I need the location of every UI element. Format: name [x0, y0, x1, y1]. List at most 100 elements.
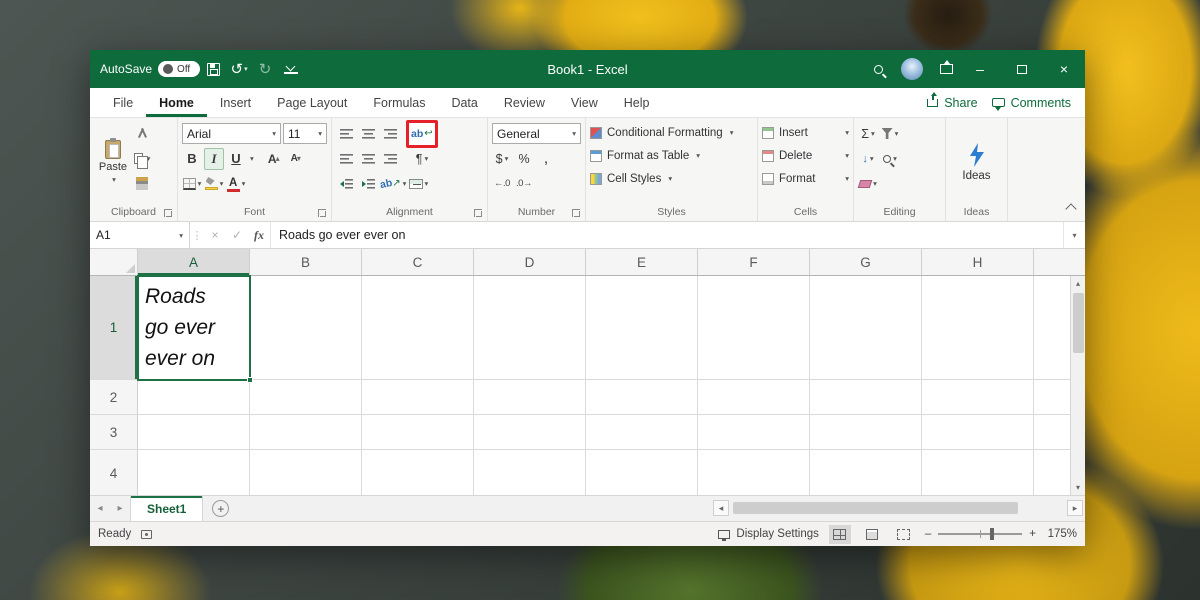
horizontal-scroll-track[interactable]	[729, 501, 1067, 515]
font-size-dropdown-icon[interactable]: ▾	[318, 129, 322, 138]
comments-button[interactable]: Comments	[991, 96, 1071, 111]
insert-cells-button[interactable]: Insert ▾	[762, 121, 849, 144]
fill-color-button[interactable]: ▾	[204, 173, 224, 195]
sort-filter-dropdown-icon[interactable]: ▾	[895, 129, 899, 138]
percent-style-button[interactable]: %	[514, 148, 534, 170]
vertical-scrollbar[interactable]: ▴ ▾	[1070, 276, 1085, 495]
tab-insert[interactable]: Insert	[207, 88, 264, 117]
column-header-a[interactable]: A	[138, 249, 250, 275]
copy-button[interactable]: ▾	[132, 148, 152, 170]
format-dropdown-icon[interactable]: ▾	[845, 174, 849, 183]
decrease-indent-button[interactable]	[336, 173, 356, 195]
underline-dropdown-icon[interactable]: ▾	[250, 154, 254, 163]
undo-button[interactable]: ↺ ▾	[226, 54, 252, 84]
wrap-text-button[interactable]: ab ↩	[411, 123, 433, 145]
bottom-align-button[interactable]	[380, 123, 400, 145]
tab-data[interactable]: Data	[438, 88, 490, 117]
normal-view-button[interactable]	[828, 524, 851, 544]
column-header-c[interactable]: C	[362, 249, 474, 275]
italic-button[interactable]: I	[204, 147, 224, 170]
column-header-d[interactable]: D	[474, 249, 586, 275]
merge-center-dropdown-icon[interactable]: ▾	[425, 179, 429, 188]
insert-dropdown-icon[interactable]: ▾	[845, 128, 849, 137]
horizontal-scroll-thumb[interactable]	[733, 502, 1018, 514]
quick-access-customize-button[interactable]	[278, 54, 304, 84]
autosave-toggle[interactable]: AutoSave Off	[100, 61, 201, 77]
share-button[interactable]: Share	[927, 91, 978, 110]
format-painter-button[interactable]	[132, 173, 152, 195]
new-sheet-button[interactable]: +	[212, 500, 230, 517]
bold-button[interactable]: B	[182, 148, 202, 170]
zoom-in-button[interactable]: +	[1029, 528, 1036, 540]
row-header-2[interactable]: 2	[90, 380, 138, 415]
save-button[interactable]	[200, 54, 226, 84]
undo-dropdown-icon[interactable]: ▾	[244, 65, 248, 73]
font-color-button[interactable]: A ▾	[226, 173, 246, 195]
previous-sheet-icon[interactable]: ◂	[90, 503, 110, 514]
ribbon-display-options-button[interactable]	[933, 54, 959, 84]
orientation-button[interactable]: ab ↗ ▾	[379, 173, 407, 195]
row-1-cells[interactable]	[138, 276, 1085, 380]
scroll-right-icon[interactable]: ▸	[1067, 500, 1083, 516]
select-all-corner[interactable]	[90, 249, 138, 275]
zoom-out-button[interactable]: –	[925, 528, 931, 540]
sort-filter-button[interactable]: ▾	[880, 123, 900, 145]
font-color-dropdown-icon[interactable]: ▾	[242, 179, 246, 188]
align-left-button[interactable]	[336, 148, 356, 170]
top-align-button[interactable]	[336, 123, 356, 145]
tab-view[interactable]: View	[558, 88, 611, 117]
zoom-slider-handle[interactable]	[990, 528, 995, 540]
number-format-dropdown-icon[interactable]: ▾	[572, 129, 576, 138]
conditional-formatting-dropdown-icon[interactable]: ▾	[730, 128, 734, 137]
page-layout-view-button[interactable]	[861, 525, 883, 544]
row-header-3[interactable]: 3	[90, 415, 138, 450]
text-direction-button[interactable]: ¶ ▾	[412, 148, 432, 170]
font-name-combo[interactable]: Arial ▾	[182, 123, 281, 144]
scroll-down-icon[interactable]: ▾	[1071, 480, 1085, 495]
vertical-scroll-thumb[interactable]	[1072, 293, 1084, 353]
orientation-dropdown-icon[interactable]: ▾	[403, 179, 407, 188]
scroll-left-icon[interactable]: ◂	[713, 500, 729, 516]
underline-button[interactable]: U	[226, 148, 246, 170]
find-select-dropdown-icon[interactable]: ▾	[893, 154, 897, 163]
collapse-ribbon-icon[interactable]	[1065, 203, 1077, 215]
text-direction-dropdown-icon[interactable]: ▾	[424, 154, 428, 163]
borders-dropdown-icon[interactable]: ▾	[198, 179, 202, 188]
autosave-switch[interactable]: Off	[158, 61, 201, 77]
user-avatar[interactable]	[901, 58, 923, 80]
tab-file[interactable]: File	[100, 88, 146, 117]
format-as-table-button[interactable]: Format as Table ▾	[590, 144, 753, 167]
center-button[interactable]	[358, 148, 378, 170]
clear-button[interactable]: ▾	[857, 173, 878, 195]
row-2-cells[interactable]	[138, 380, 1085, 415]
accounting-format-button[interactable]: $ ▾	[492, 148, 512, 170]
page-break-view-button[interactable]	[893, 525, 915, 544]
increase-indent-button[interactable]	[358, 173, 378, 195]
font-name-dropdown-icon[interactable]: ▾	[272, 129, 276, 138]
column-header-g[interactable]: G	[810, 249, 922, 275]
sheet-tab-sheet1[interactable]: Sheet1	[130, 496, 204, 521]
borders-button[interactable]: ▾	[182, 173, 202, 195]
tab-formulas[interactable]: Formulas	[360, 88, 438, 117]
row-header-4[interactable]: 4	[90, 450, 138, 495]
decrease-decimal-button[interactable]: .0→	[514, 173, 534, 195]
format-cells-button[interactable]: Format ▾	[762, 167, 849, 190]
redo-button[interactable]: ↻	[252, 54, 278, 84]
zoom-percentage[interactable]: 175%	[1043, 528, 1077, 540]
maximize-button[interactable]	[1001, 50, 1043, 88]
search-button[interactable]	[865, 54, 891, 84]
delete-dropdown-icon[interactable]: ▾	[845, 151, 849, 160]
macro-record-icon[interactable]	[141, 529, 153, 539]
tab-review[interactable]: Review	[491, 88, 558, 117]
formula-input[interactable]: Roads go ever ever on	[270, 222, 1063, 248]
tab-home[interactable]: Home	[146, 88, 207, 117]
shrink-font-button[interactable]: A ▾	[286, 148, 306, 170]
cell-styles-button[interactable]: Cell Styles ▾	[590, 167, 753, 190]
column-header-b[interactable]: B	[250, 249, 362, 275]
clipboard-dialog-launcher[interactable]	[164, 209, 172, 217]
row-4-cells[interactable]	[138, 450, 1085, 495]
name-box-dropdown-icon[interactable]: ▾	[179, 231, 183, 240]
minimize-button[interactable]: –	[959, 50, 1001, 88]
insert-function-button[interactable]: fx	[248, 222, 270, 248]
name-box[interactable]: A1 ▾	[90, 222, 190, 248]
